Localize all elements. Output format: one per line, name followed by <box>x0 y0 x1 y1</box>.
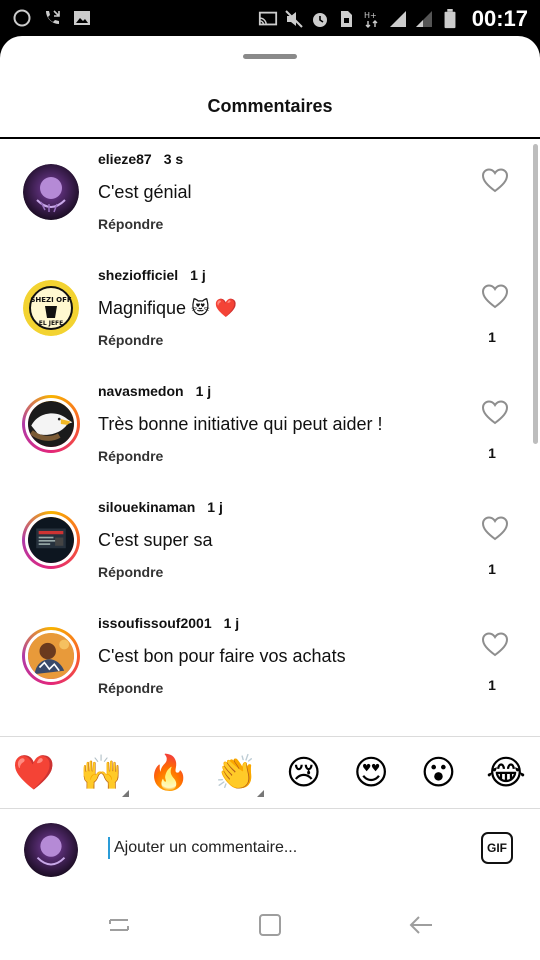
text-cursor <box>108 837 110 859</box>
reply-button[interactable]: Répondre <box>98 332 163 348</box>
timestamp: 1 j <box>223 615 240 631</box>
heart-icon[interactable] <box>481 399 509 425</box>
avatar[interactable]: SHEZI OFF EL JEFE <box>22 279 80 337</box>
username[interactable]: navasmedon <box>98 383 184 399</box>
comment-text: C'est bon pour faire vos achats <box>98 646 346 666</box>
emoji-bar: ❤️ 🙌 🔥 👏 😢 😍 😮 😂 <box>0 738 540 808</box>
comment-text: Magnifique 😻 ❤️ <box>98 298 238 318</box>
heart-icon[interactable] <box>481 167 509 193</box>
signal-icon <box>389 11 406 27</box>
missed-call-icon <box>46 10 60 24</box>
status-right-icons: H+ 00:17 <box>258 6 528 32</box>
username[interactable]: issoufissouf2001 <box>98 615 212 631</box>
timestamp: 1 j <box>207 499 223 515</box>
reply-button[interactable]: Répondre <box>98 564 163 580</box>
svg-text:EL JEFE: EL JEFE <box>39 320 64 327</box>
circle-icon <box>13 9 31 27</box>
navigation-bar <box>0 890 540 960</box>
image-icon <box>74 11 90 25</box>
username-line: issoufissouf2001 1 j <box>98 615 239 631</box>
comment-item: navasmedon 1 j Très bonne initiative qui … <box>0 371 540 487</box>
heart-icon[interactable] <box>481 283 509 309</box>
like-count: 1 <box>488 445 496 461</box>
like-count: 1 <box>488 329 496 345</box>
comment-item: silouekinaman 1 j C'est super sa Répondre… <box>0 487 540 603</box>
emoji-red-heart[interactable]: ❤️ <box>12 751 56 795</box>
username[interactable]: elieze87 <box>98 151 152 167</box>
reply-button[interactable]: Répondre <box>98 216 163 232</box>
sheet-title: Commentaires <box>207 96 333 116</box>
comment-text: Très bonne initiative qui peut aider ! <box>98 414 383 434</box>
comment-item: elieze87 3 s C'est génial Répondre <box>0 139 540 255</box>
username[interactable]: silouekinaman <box>98 499 195 515</box>
sim-icon <box>340 11 352 27</box>
username-line: sheziofficiel 1 j <box>98 267 206 283</box>
mute-icon <box>285 10 303 28</box>
avatar <box>24 823 78 877</box>
avatar-image: SHEZI OFF EL JEFE <box>23 280 79 336</box>
timestamp: 3 s <box>163 151 184 167</box>
avatar-image <box>23 164 79 220</box>
timestamp: 1 j <box>195 383 212 399</box>
like-count: 1 <box>488 677 496 693</box>
comment-item: issoufissouf2001 1 j C'est bon pour faire… <box>0 603 540 719</box>
avatar[interactable] <box>22 395 80 453</box>
avatar[interactable] <box>22 163 80 221</box>
status-left-icons <box>12 8 92 28</box>
heart-icon[interactable] <box>481 515 509 541</box>
comment-item: SHEZI OFF EL JEFE sheziofficiel 1 j Magni… <box>0 255 540 371</box>
like-count: 1 <box>488 561 496 577</box>
username[interactable]: sheziofficiel <box>98 267 178 283</box>
recent-apps-icon[interactable] <box>104 910 134 940</box>
svg-text:SHEZI OFF: SHEZI OFF <box>30 296 72 304</box>
signal-weak-icon <box>415 11 432 27</box>
emoji-tears-of-joy[interactable]: 😂 <box>484 751 528 795</box>
drag-handle[interactable] <box>243 54 297 59</box>
status-clock: 00:17 <box>471 6 528 31</box>
heart-icon[interactable] <box>481 631 509 657</box>
comment-text: C'est génial <box>98 182 192 202</box>
username-line: silouekinaman 1 j <box>98 499 223 515</box>
svg-text:H+: H+ <box>364 11 377 20</box>
cast-icon <box>258 11 277 26</box>
home-icon[interactable] <box>255 910 285 940</box>
comment-input[interactable] <box>112 834 456 862</box>
reply-button[interactable]: Répondre <box>98 448 163 464</box>
emoji-raising-hands[interactable]: 🙌 <box>79 751 130 797</box>
avatar-image <box>25 398 77 450</box>
battery-icon <box>444 9 456 29</box>
network-type-icon: H+ <box>364 11 378 28</box>
gif-button[interactable]: GIF <box>481 832 513 864</box>
username-line: navasmedon 1 j <box>98 383 211 399</box>
divider <box>0 808 540 809</box>
emoji-fire[interactable]: 🔥 <box>147 751 191 795</box>
divider <box>0 736 540 737</box>
emoji-surprised-face[interactable]: 😮 <box>417 751 461 795</box>
status-bar: H+ 00:17 <box>0 0 540 36</box>
avatar[interactable] <box>22 627 80 685</box>
alarm-icon <box>312 13 327 27</box>
back-icon[interactable] <box>406 910 436 940</box>
emoji-glyph: 👏 <box>215 754 258 792</box>
emoji-crying-face[interactable]: 😢 <box>282 751 326 795</box>
comment-text: C'est super sa <box>98 530 213 550</box>
emoji-heart-eyes[interactable]: 😍 <box>349 751 393 795</box>
emoji-glyph: 🙌 <box>80 754 123 792</box>
emoji-clapping-hands[interactable]: 👏 <box>214 751 265 797</box>
reply-button[interactable]: Répondre <box>98 680 163 696</box>
avatar[interactable] <box>22 511 80 569</box>
comment-input-row: GIF <box>0 810 540 890</box>
username-line: elieze87 3 s <box>98 151 183 167</box>
skin-tone-indicator <box>122 790 130 797</box>
skin-tone-indicator <box>257 790 265 797</box>
avatar-image <box>25 514 77 566</box>
comments-sheet: Commentaires elieze87 3 s C'est génial Ré… <box>0 36 540 960</box>
timestamp: 1 j <box>190 267 206 283</box>
avatar-image <box>25 630 77 682</box>
